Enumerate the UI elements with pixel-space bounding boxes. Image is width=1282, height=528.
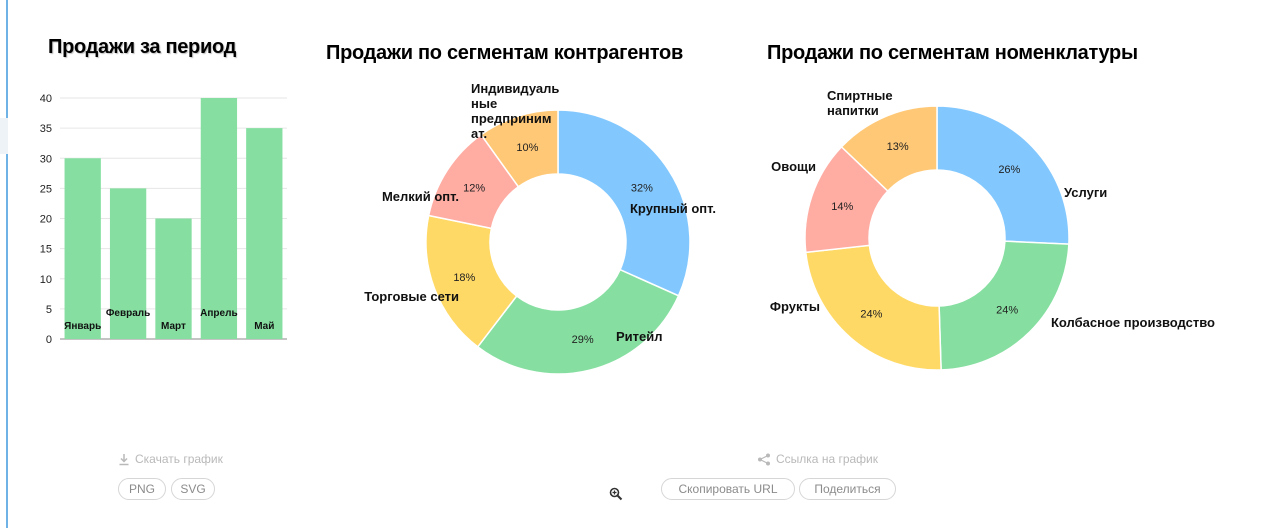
- counterparty-donut-chart: 32% Крупный опт. 29% Ритейл 18% Торговые сети…: [364, 81, 716, 375]
- slice-percent-label: 26%: [998, 164, 1020, 176]
- x-tick-label: Январь: [64, 321, 101, 332]
- bar-chart-title: Продажи за период: [48, 36, 237, 58]
- chart-link-text: Ссылка на график: [776, 452, 878, 466]
- share-icon: [758, 453, 770, 465]
- left-panel-edge: [0, 118, 8, 154]
- y-tick-label: 15: [40, 244, 52, 256]
- y-tick-label: 35: [40, 123, 52, 135]
- slice-percent-label: 14%: [831, 201, 853, 213]
- slice-percent-label: 13%: [887, 141, 909, 153]
- x-tick-label: Февраль: [106, 308, 150, 319]
- y-tick-label: 25: [40, 183, 52, 195]
- y-tick-label: 30: [40, 153, 52, 165]
- download-png-button[interactable]: PNG: [118, 478, 166, 500]
- segment-label: Колбасное производство: [1051, 315, 1215, 330]
- slice-percent-label: 18%: [453, 272, 475, 284]
- segment-label: Мелкий опт.: [382, 189, 459, 204]
- x-tick-label: Май: [254, 321, 274, 332]
- segment-label: Крупный опт.: [630, 201, 716, 216]
- segment-label: Ритейл: [616, 329, 663, 344]
- download-chart-text: Скачать график: [135, 452, 223, 466]
- download-icon: [119, 453, 129, 465]
- zoom-in-icon[interactable]: [609, 487, 623, 501]
- x-tick-label: Апрель: [200, 308, 237, 319]
- segment-label: Услуги: [1064, 185, 1107, 200]
- segment-label: Торговые сети: [364, 289, 459, 304]
- segment-label: Фрукты: [770, 299, 820, 314]
- y-tick-label: 5: [46, 304, 52, 316]
- segment-label: Спиртные напитки: [827, 88, 893, 118]
- bar: [64, 158, 101, 339]
- bar: [246, 128, 283, 339]
- x-tick-label: Март: [161, 321, 186, 332]
- chart-link-label: Ссылка на график: [757, 452, 878, 466]
- bar-chart: 0 5 10 15 20 25 30 35 40 Январь Февраль Март Апрель М…: [40, 93, 287, 346]
- slice-percent-label: 24%: [860, 308, 882, 320]
- slice-percent-label: 10%: [516, 142, 538, 154]
- nomenclature-donut-title: Продажи по сегментам номенклатуры: [767, 42, 1138, 64]
- left-border: [6, 0, 8, 528]
- share-button[interactable]: Поделиться: [799, 478, 896, 500]
- donut-slice: [476, 268, 680, 375]
- y-tick-label: 0: [46, 334, 52, 346]
- y-tick-label: 20: [40, 214, 52, 226]
- slice-percent-label: 24%: [996, 304, 1018, 316]
- segment-label: Овощи: [771, 159, 816, 174]
- bar: [200, 98, 238, 339]
- copy-url-button[interactable]: Скопировать URL: [661, 478, 795, 500]
- download-svg-button[interactable]: SVG: [171, 478, 215, 500]
- nomenclature-donut-chart: 26% Услуги 24% Колбасное производство 24% Фру…: [770, 88, 1215, 371]
- slice-percent-label: 12%: [463, 183, 485, 195]
- counterparty-donut-title: Продажи по сегментам контрагентов: [326, 42, 683, 64]
- download-chart-label: Скачать график: [118, 452, 223, 466]
- slice-percent-label: 32%: [631, 183, 653, 195]
- y-tick-label: 10: [40, 274, 52, 286]
- slice-percent-label: 29%: [572, 334, 594, 346]
- y-tick-label: 40: [40, 93, 52, 105]
